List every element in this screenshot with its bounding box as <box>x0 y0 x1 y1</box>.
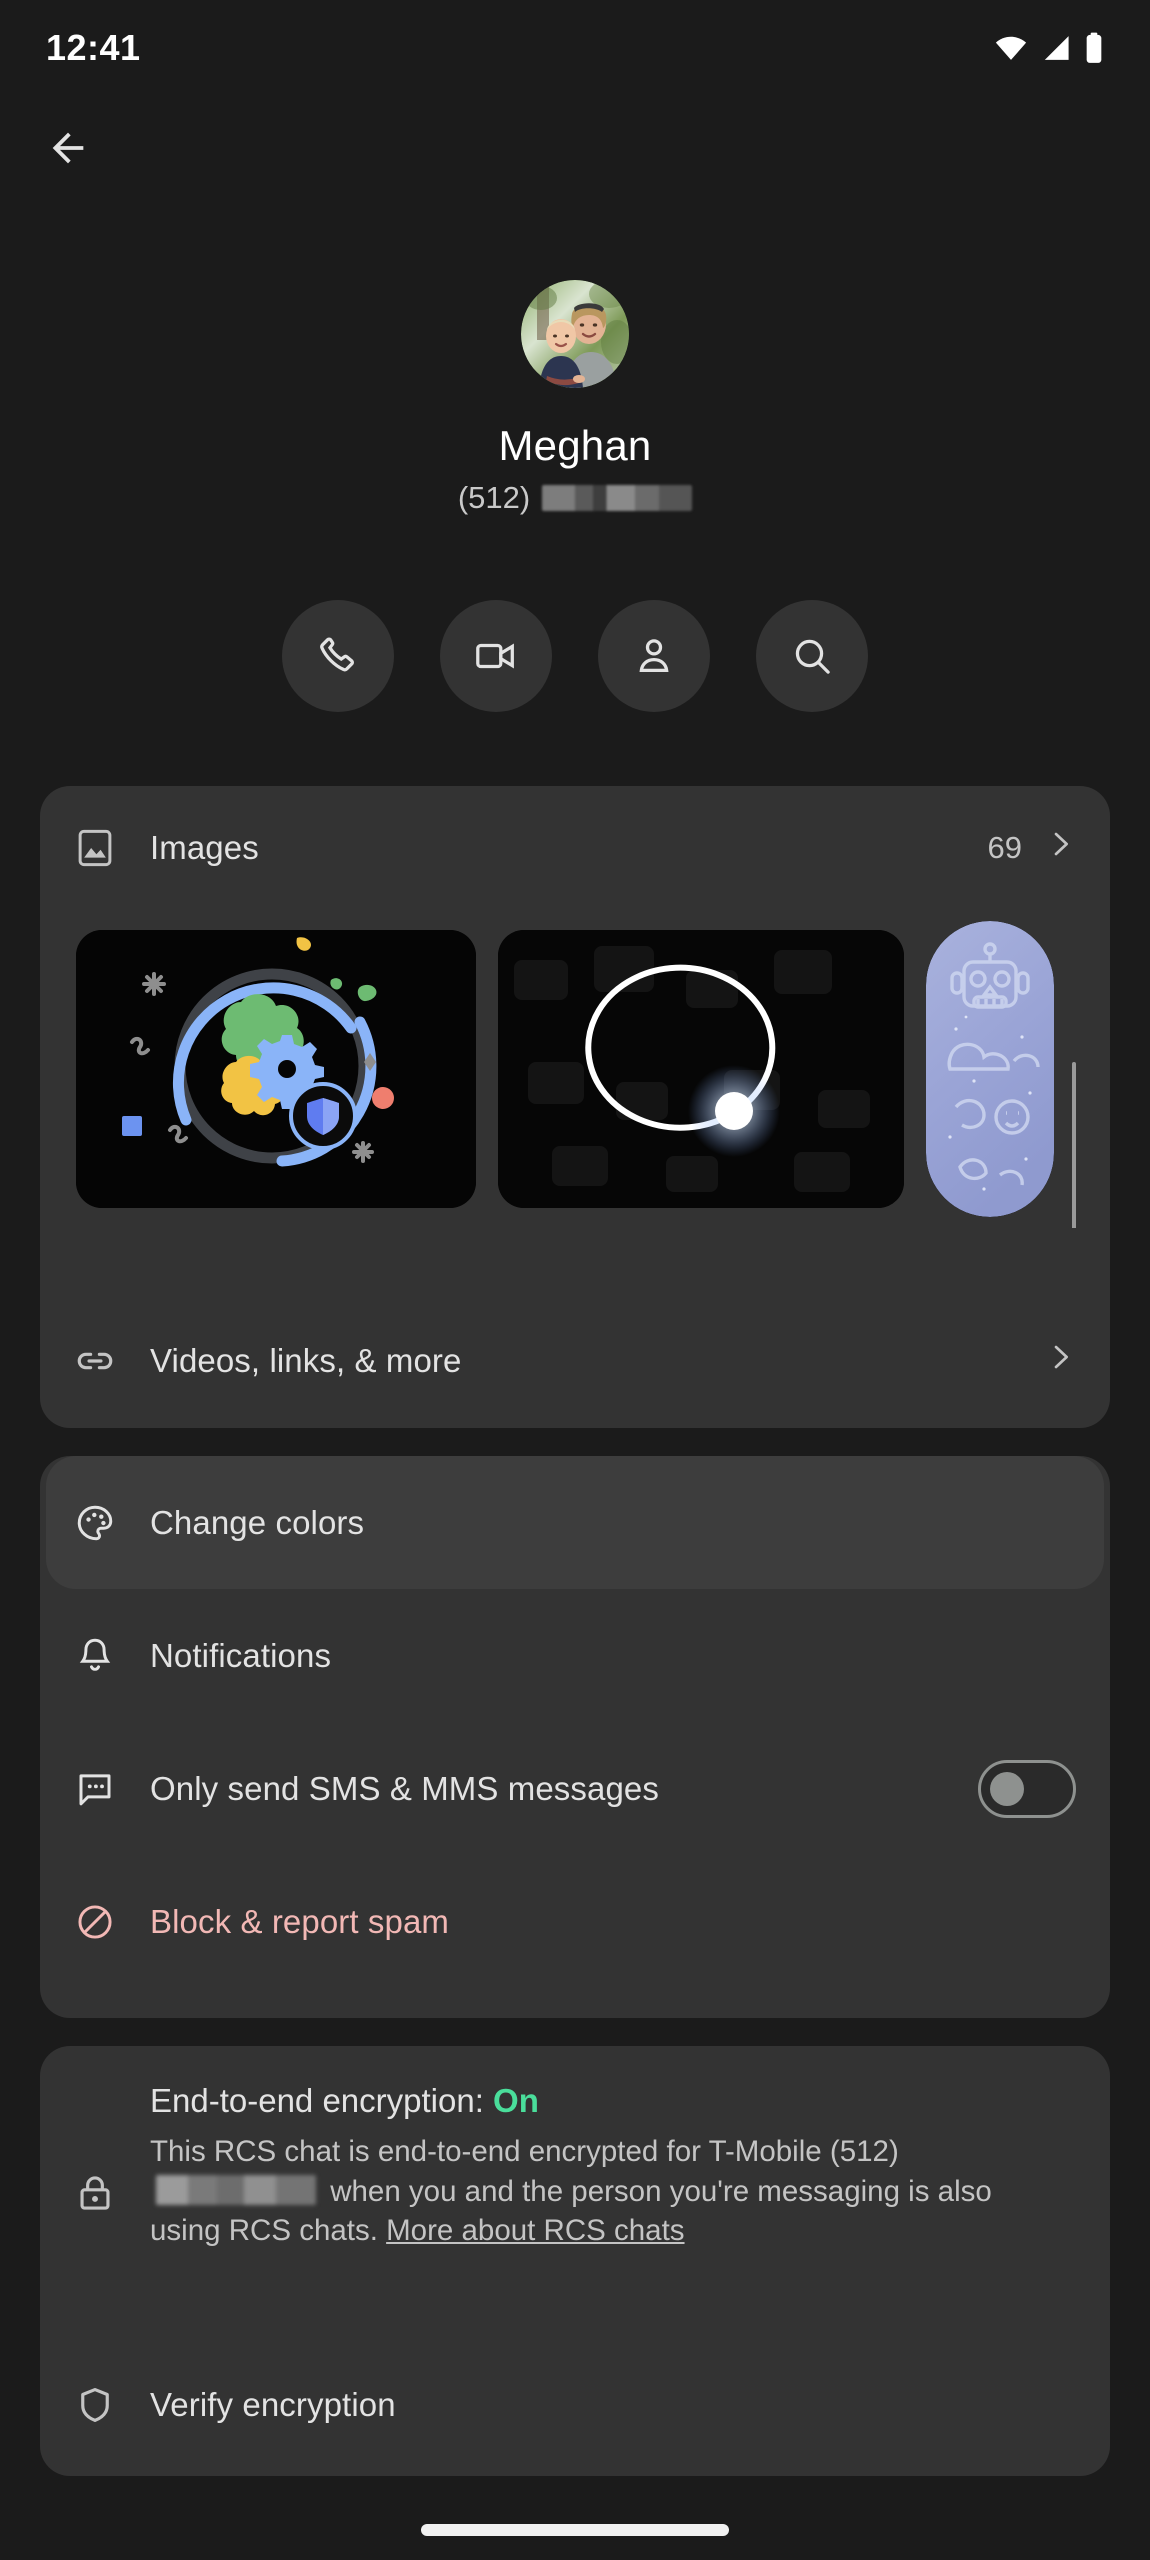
person-icon <box>631 633 677 679</box>
only-sms-mms-label: Only send SMS & MMS messages <box>150 1769 659 1807</box>
thumbnail-2[interactable] <box>926 921 1054 1217</box>
shield-icon <box>74 2384 134 2426</box>
thumbnail-0[interactable] <box>76 930 476 1208</box>
wifi-icon <box>994 34 1028 62</box>
chat-details-screen: 12:41 Meghan (512) Images 69 Videos, lin… <box>0 0 1150 2560</box>
search-icon <box>789 633 835 679</box>
encryption-description: This RCS chat is end-to-end encrypted fo… <box>150 2132 1066 2251</box>
chat-bubble-icon <box>74 1768 134 1810</box>
lock-icon <box>74 2082 134 2251</box>
encryption-desc-part1: This RCS chat is end-to-end encrypted fo… <box>150 2135 830 2168</box>
redacted-phone-digits <box>542 485 693 511</box>
image-icon <box>74 827 134 869</box>
only-sms-mms-trailing <box>978 1759 1076 1818</box>
more-about-rcs-chats-link[interactable]: More about RCS chats <box>386 2214 684 2247</box>
encryption-status-title: End-to-end encryption: On <box>150 2082 1066 2120</box>
images-count: 69 <box>987 830 1022 865</box>
images-trailing: 69 <box>988 828 1076 868</box>
encryption-carrier-area-code: (512) <box>829 2135 899 2168</box>
verify-encryption-row[interactable]: Verify encryption <box>40 2346 1110 2464</box>
status-time: 12:41 <box>46 27 141 68</box>
video-camera-icon <box>473 633 519 679</box>
change-colors-row[interactable]: Change colors <box>46 1456 1104 1589</box>
encryption-text-block: End-to-end encryption: On This RCS chat … <box>134 2082 1076 2251</box>
image-thumbnail-strip[interactable] <box>40 910 1110 1228</box>
only-sms-mms-toggle[interactable] <box>978 1759 1076 1818</box>
search-button[interactable] <box>756 600 868 712</box>
bell-icon <box>74 1635 134 1677</box>
contact-info-button[interactable] <box>598 600 710 712</box>
only-sms-mms-row[interactable]: Only send SMS & MMS messages <box>40 1722 1110 1855</box>
app-bar <box>0 96 1150 206</box>
toggle-knob <box>990 1771 1024 1806</box>
chevron-right-icon[interactable] <box>1044 1341 1076 1381</box>
phone-area-code: (512) <box>457 480 531 515</box>
palette-icon <box>74 1502 134 1544</box>
contact-phone: (512) <box>0 480 1150 516</box>
encryption-status-value: On <box>493 2082 539 2119</box>
status-icon-group <box>994 32 1104 64</box>
link-icon <box>74 1340 134 1382</box>
media-card: Images 69 Videos, links, & more <box>40 786 1110 1428</box>
redacted-carrier-phone-digits <box>156 2174 316 2205</box>
block-report-spam-label: Block & report spam <box>150 1902 450 1940</box>
videos-row-trailing <box>1044 1341 1076 1381</box>
battery-icon <box>1084 32 1104 64</box>
home-gesture-bar[interactable] <box>421 2524 729 2536</box>
encryption-card: End-to-end encryption: On This RCS chat … <box>40 2046 1110 2476</box>
images-label: Images <box>150 829 259 866</box>
phone-icon <box>315 633 361 679</box>
change-colors-label: Change colors <box>150 1503 365 1541</box>
arrow-back-icon <box>45 125 91 176</box>
chevron-right-icon[interactable] <box>1044 828 1076 868</box>
chat-settings-card: Change colors Notifications Only send SM… <box>40 1456 1110 2018</box>
video-call-button[interactable] <box>440 600 552 712</box>
encryption-info: End-to-end encryption: On This RCS chat … <box>40 2046 1110 2251</box>
status-bar: 12:41 <box>0 0 1150 96</box>
videos-links-more-row[interactable]: Videos, links, & more <box>40 1302 1110 1420</box>
thumbnail-1[interactable] <box>498 930 904 1208</box>
videos-links-more-label: Videos, links, & more <box>150 1342 462 1379</box>
encryption-title-prefix: End-to-end encryption: <box>150 2082 494 2119</box>
notifications-label: Notifications <box>150 1636 332 1674</box>
block-icon <box>74 1901 134 1943</box>
call-button[interactable] <box>282 600 394 712</box>
profile-header: Meghan (512) <box>0 280 1150 516</box>
thumbnail-scrollbar[interactable] <box>1072 1062 1076 1228</box>
contact-name: Meghan <box>498 422 652 469</box>
cellular-signal-icon <box>1040 34 1072 62</box>
block-report-spam-row[interactable]: Block & report spam <box>40 1855 1110 1988</box>
back-button[interactable] <box>22 104 114 196</box>
verify-encryption-label: Verify encryption <box>150 2386 396 2423</box>
notifications-row[interactable]: Notifications <box>40 1589 1110 1722</box>
quick-actions-row <box>0 600 1150 712</box>
images-row[interactable]: Images 69 <box>40 786 1110 910</box>
avatar[interactable] <box>521 280 629 388</box>
